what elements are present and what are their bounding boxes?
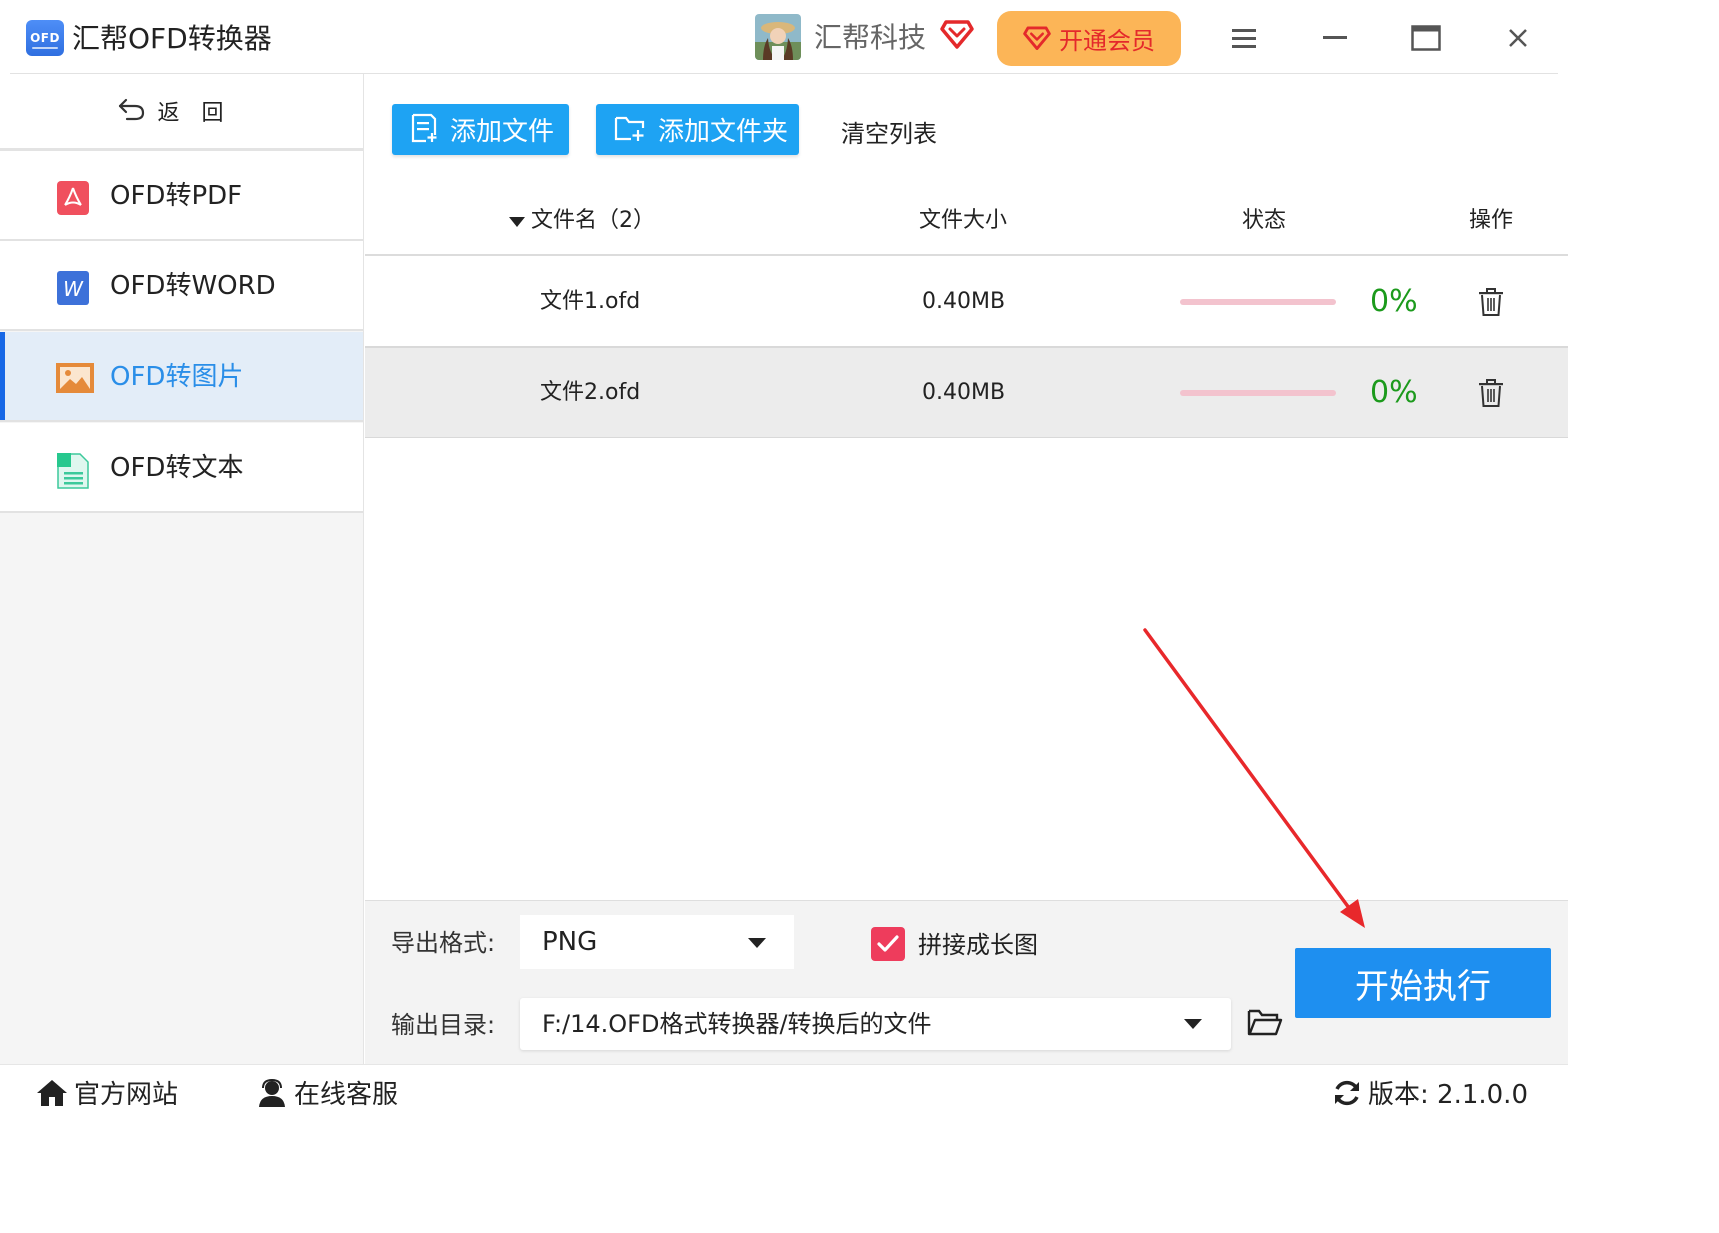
- app-title: 汇帮OFD转换器: [72, 22, 272, 55]
- toolbar: 添加文件 添加文件夹 清空列表: [365, 74, 1568, 174]
- add-folder-icon: [614, 114, 646, 146]
- checkmark-icon: [877, 935, 899, 952]
- sidebar-item-label: OFD转图片: [110, 362, 244, 392]
- chevron-down-icon: [1184, 1019, 1202, 1029]
- file-table-header: 文件名（2） 文件大小 状态 操作: [365, 190, 1568, 256]
- file-size: 0.40MB: [922, 380, 1006, 405]
- minimize-icon[interactable]: [1313, 18, 1357, 58]
- format-select[interactable]: PNG: [520, 915, 794, 969]
- app-logo: OFD: [26, 20, 64, 56]
- add-file-button[interactable]: 添加文件: [392, 104, 569, 155]
- user-name[interactable]: 汇帮科技: [814, 18, 926, 58]
- sidebar-item-ofd-to-pdf[interactable]: OFD转PDF: [0, 151, 363, 241]
- hamburger-icon[interactable]: [1222, 18, 1266, 58]
- output-settings-panel: 导出格式: PNG 拼接成长图 输出目录: F:/14.OFD格式转换器/转换后…: [365, 900, 1568, 1064]
- official-website-link[interactable]: 官方网站: [36, 1077, 178, 1113]
- home-icon: [36, 1078, 68, 1112]
- sidebar: 返回 OFD转PDF W OFD转WORD OFD转图片 OFD转文本: [0, 74, 364, 1064]
- output-dir-label: 输出目录:: [391, 1011, 496, 1039]
- progress-percent: 0%: [1370, 284, 1418, 319]
- title-bar: OFD 汇帮OFD转换器 汇帮科技 开通会员: [0, 0, 1568, 74]
- word-icon: W: [54, 269, 92, 305]
- vip-button[interactable]: 开通会员: [997, 11, 1181, 66]
- status-bar: 官方网站 在线客服 版本: 2.1.0.0: [0, 1064, 1568, 1125]
- online-support-label: 在线客服: [294, 1080, 399, 1110]
- sidebar-item-label: OFD转WORD: [110, 271, 276, 301]
- table-row[interactable]: 文件1.ofd 0.40MB 0%: [365, 257, 1568, 348]
- maximize-icon[interactable]: [1404, 18, 1448, 58]
- progress-bar: [1180, 299, 1336, 305]
- online-support-link[interactable]: 在线客服: [256, 1077, 398, 1113]
- long-image-label: 拼接成长图: [918, 931, 1038, 959]
- output-dir-value: F:/14.OFD格式转换器/转换后的文件: [542, 1010, 932, 1038]
- sidebar-item-ofd-to-word[interactable]: W OFD转WORD: [0, 241, 363, 331]
- clear-list-button[interactable]: 清空列表: [841, 114, 937, 149]
- file-size: 0.40MB: [922, 289, 1006, 314]
- image-icon: [54, 360, 94, 394]
- format-label: 导出格式:: [391, 929, 496, 957]
- column-header-action: 操作: [1469, 208, 1514, 233]
- vip-diamond-icon: [1023, 23, 1051, 55]
- support-agent-icon: [256, 1078, 288, 1112]
- column-header-name-label: 文件名（2）: [531, 208, 655, 233]
- add-file-label: 添加文件: [450, 117, 555, 147]
- table-row[interactable]: 文件2.ofd 0.40MB 0%: [365, 348, 1568, 439]
- file-name: 文件2.ofd: [540, 380, 641, 405]
- chevron-down-icon: [748, 938, 766, 948]
- file-name: 文件1.ofd: [540, 289, 641, 314]
- refresh-icon: [1332, 1078, 1362, 1112]
- sidebar-item-label: OFD转文本: [110, 453, 244, 483]
- sidebar-item-ofd-to-text[interactable]: OFD转文本: [0, 423, 363, 513]
- app-logo-text: OFD: [30, 31, 60, 45]
- progress-bar: [1180, 390, 1336, 396]
- sort-caret-icon: [509, 206, 525, 236]
- pdf-icon: [54, 179, 92, 215]
- version-label: 版本: 2.1.0.0: [1368, 1080, 1528, 1110]
- user-avatar[interactable]: [755, 14, 801, 60]
- column-header-name[interactable]: 文件名（2）: [509, 206, 655, 236]
- vip-button-label: 开通会员: [1059, 27, 1155, 55]
- sidebar-item-ofd-to-image[interactable]: OFD转图片: [0, 332, 363, 422]
- back-arrow-icon: [117, 96, 147, 126]
- text-doc-icon: [54, 451, 92, 489]
- svg-text:W: W: [63, 277, 84, 301]
- version-info[interactable]: 版本: 2.1.0.0: [1332, 1077, 1528, 1113]
- output-dir-select[interactable]: F:/14.OFD格式转换器/转换后的文件: [520, 998, 1231, 1050]
- trash-icon[interactable]: [1478, 378, 1504, 412]
- add-file-icon: [410, 113, 438, 147]
- column-header-size: 文件大小: [919, 208, 1008, 233]
- back-label: 返回: [157, 101, 246, 126]
- sidebar-item-label: OFD转PDF: [110, 181, 243, 211]
- format-select-value: PNG: [542, 927, 598, 957]
- official-website-label: 官方网站: [74, 1080, 179, 1110]
- column-header-status: 状态: [1242, 208, 1287, 233]
- long-image-checkbox[interactable]: [871, 927, 905, 961]
- add-folder-label: 添加文件夹: [658, 117, 789, 147]
- back-button[interactable]: 返回: [0, 74, 363, 148]
- add-folder-button[interactable]: 添加文件夹: [596, 104, 799, 155]
- vip-diamond-icon: [940, 16, 974, 54]
- file-list-empty-area: [365, 438, 1568, 900]
- progress-percent: 0%: [1370, 375, 1418, 410]
- open-folder-icon[interactable]: [1247, 1007, 1283, 1041]
- trash-icon[interactable]: [1478, 287, 1504, 321]
- close-icon[interactable]: [1496, 18, 1540, 58]
- start-button[interactable]: 开始执行: [1295, 948, 1551, 1018]
